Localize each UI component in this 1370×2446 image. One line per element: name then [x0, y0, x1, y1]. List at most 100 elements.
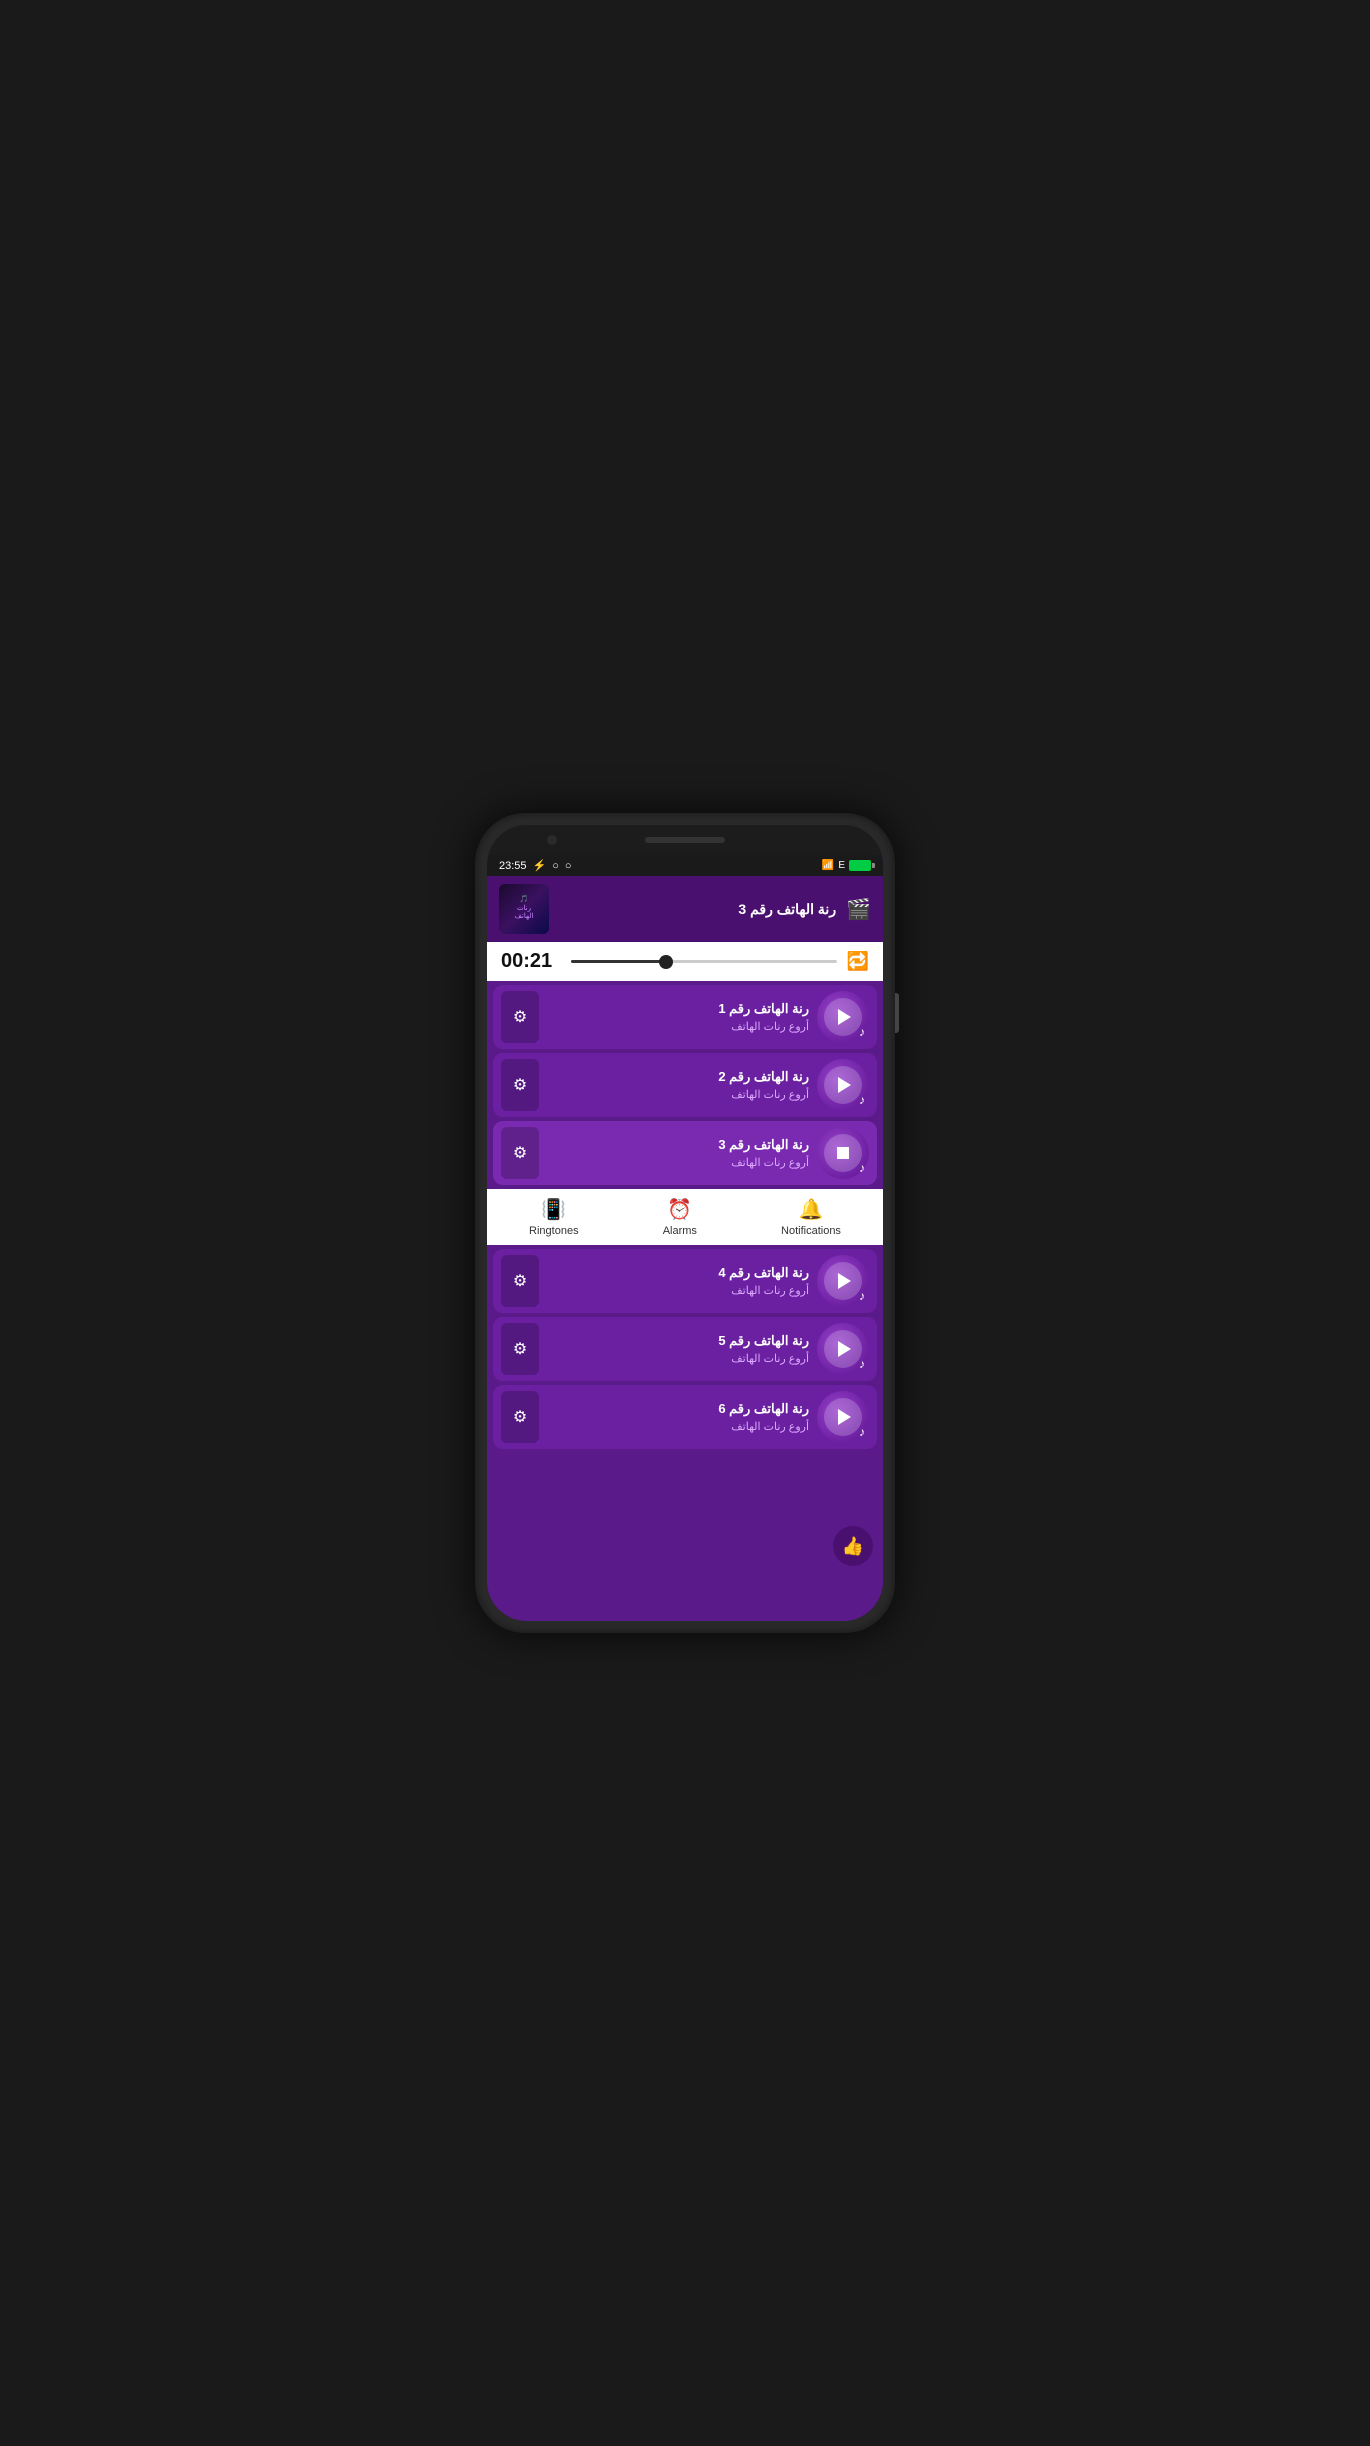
stop-btn-3[interactable]	[824, 1134, 862, 1172]
note-badge-4: ♪	[859, 1289, 865, 1303]
ringtones-label: Ringtones	[529, 1225, 579, 1237]
album-art: 🎵رناتالهاتف	[499, 884, 549, 934]
progress-fill	[571, 960, 664, 963]
bottom-nav: 📳 Ringtones ⏰ Alarms 🔔 Notifications	[487, 1189, 883, 1245]
song-title-1: رنة الهاتف رقم 1	[547, 1001, 809, 1017]
alarms-icon: ⏰	[667, 1197, 692, 1222]
song-info-4: رنة الهاتف رقم 4 أروع رنات الهاتف	[547, 1265, 809, 1297]
play-triangle-1	[838, 1009, 851, 1025]
song-subtitle-5: أروع رنات الهاتف	[547, 1352, 809, 1365]
song-info-6: رنة الهاتف رقم 6 أروع رنات الهاتف	[547, 1401, 809, 1433]
settings-btn-6[interactable]: ⚙	[501, 1391, 539, 1443]
play-btn-2[interactable]	[824, 1066, 862, 1104]
status-time: 23:55	[499, 860, 527, 872]
network-type: E	[838, 860, 845, 871]
volume-button[interactable]	[895, 993, 899, 1033]
nav-ringtones[interactable]: 📳 Ringtones	[529, 1197, 579, 1237]
song-subtitle-3: أروع رنات الهاتف	[547, 1156, 809, 1169]
song-title-4: رنة الهاتف رقم 4	[547, 1265, 809, 1281]
signal-icon: 📶	[822, 860, 834, 871]
phone-screen: 23:55 ⚡ ○ ○ 📶 E 🎵رناتالهاتف	[487, 825, 883, 1621]
song-subtitle-1: أروع رنات الهاتف	[547, 1020, 809, 1033]
phone-device: 23:55 ⚡ ○ ○ 📶 E 🎵رناتالهاتف	[475, 813, 895, 1633]
song-thumb-3[interactable]: ♪	[817, 1127, 869, 1179]
album-art-text: 🎵رناتالهاتف	[513, 894, 536, 923]
nav-notifications[interactable]: 🔔 Notifications	[781, 1197, 841, 1237]
song-thumb-6[interactable]: ♪	[817, 1391, 869, 1443]
progress-thumb[interactable]	[659, 955, 673, 969]
stop-square-3	[837, 1147, 849, 1159]
song-item-6[interactable]: ⚙ رنة الهاتف رقم 6 أروع رنات الهاتف ♪	[493, 1385, 877, 1449]
status-left: 23:55 ⚡ ○ ○	[499, 859, 572, 872]
circle-icon-1: ○	[552, 860, 559, 872]
settings-btn-4[interactable]: ⚙	[501, 1255, 539, 1307]
song-info-1: رنة الهاتف رقم 1 أروع رنات الهاتف	[547, 1001, 809, 1033]
settings-btn-3[interactable]: ⚙	[501, 1127, 539, 1179]
note-badge-1: ♪	[859, 1025, 865, 1039]
lightning-icon: ⚡	[533, 859, 547, 872]
song-item-2[interactable]: ⚙ رنة الهاتف رقم 2 أروع رنات الهاتف ♪	[493, 1053, 877, 1117]
play-btn-6[interactable]	[824, 1398, 862, 1436]
gear-icon-2: ⚙	[513, 1075, 527, 1095]
notifications-label: Notifications	[781, 1225, 841, 1237]
circle-icon-2: ○	[565, 860, 572, 872]
play-btn-5[interactable]	[824, 1330, 862, 1368]
now-playing-title: رنة الهاتف رقم 3	[559, 901, 836, 918]
note-badge-6: ♪	[859, 1425, 865, 1439]
song-title-5: رنة الهاتف رقم 5	[547, 1333, 809, 1349]
play-triangle-5	[838, 1341, 851, 1357]
gear-icon-5: ⚙	[513, 1339, 527, 1359]
song-subtitle-6: أروع رنات الهاتف	[547, 1420, 809, 1433]
song-subtitle-4: أروع رنات الهاتف	[547, 1284, 809, 1297]
play-triangle-6	[838, 1409, 851, 1425]
gear-icon-4: ⚙	[513, 1271, 527, 1291]
gear-icon-1: ⚙	[513, 1007, 527, 1027]
fab-like-button[interactable]: 👍	[833, 1526, 873, 1566]
nav-alarms[interactable]: ⏰ Alarms	[663, 1197, 697, 1237]
progress-bar-container: 00:21 🔁	[487, 942, 883, 981]
thumbs-up-icon: 👍	[842, 1536, 864, 1557]
song-info-2: رنة الهاتف رقم 2 أروع رنات الهاتف	[547, 1069, 809, 1101]
camera-dot	[547, 835, 557, 845]
song-info-3: رنة الهاتف رقم 3 أروع رنات الهاتف	[547, 1137, 809, 1169]
play-btn-4[interactable]	[824, 1262, 862, 1300]
song-info-5: رنة الهاتف رقم 5 أروع رنات الهاتف	[547, 1333, 809, 1365]
gear-icon-3: ⚙	[513, 1143, 527, 1163]
phone-top-notch	[487, 825, 883, 855]
song-title-2: رنة الهاتف رقم 2	[547, 1069, 809, 1085]
now-playing-header: 🎵رناتالهاتف رنة الهاتف رقم 3 🎬	[487, 876, 883, 942]
status-right: 📶 E	[822, 860, 871, 871]
play-triangle-4	[838, 1273, 851, 1289]
song-title-6: رنة الهاتف رقم 6	[547, 1401, 809, 1417]
song-subtitle-2: أروع رنات الهاتف	[547, 1088, 809, 1101]
queue-icon[interactable]: 🎬	[846, 897, 871, 922]
song-title-3: رنة الهاتف رقم 3	[547, 1137, 809, 1153]
alarms-label: Alarms	[663, 1225, 697, 1237]
settings-btn-1[interactable]: ⚙	[501, 991, 539, 1043]
status-bar: 23:55 ⚡ ○ ○ 📶 E	[487, 855, 883, 876]
song-thumb-1[interactable]: ♪	[817, 991, 869, 1043]
note-badge-5: ♪	[859, 1357, 865, 1371]
note-badge-2: ♪	[859, 1093, 865, 1107]
song-item-4[interactable]: ⚙ رنة الهاتف رقم 4 أروع رنات الهاتف ♪	[493, 1249, 877, 1313]
song-item-1[interactable]: ⚙ رنة الهاتف رقم 1 أروع رنات الهاتف ♪	[493, 985, 877, 1049]
gear-icon-6: ⚙	[513, 1407, 527, 1427]
play-triangle-2	[838, 1077, 851, 1093]
song-thumb-5[interactable]: ♪	[817, 1323, 869, 1375]
settings-btn-5[interactable]: ⚙	[501, 1323, 539, 1375]
progress-track[interactable]	[571, 960, 837, 963]
repeat-icon[interactable]: 🔁	[847, 951, 869, 972]
song-thumb-4[interactable]: ♪	[817, 1255, 869, 1307]
note-badge-3: ♪	[859, 1161, 865, 1175]
settings-btn-2[interactable]: ⚙	[501, 1059, 539, 1111]
speaker-grille	[645, 837, 725, 843]
play-btn-1[interactable]	[824, 998, 862, 1036]
song-item-3[interactable]: ⚙ رنة الهاتف رقم 3 أروع رنات الهاتف ♪	[493, 1121, 877, 1185]
notifications-icon: 🔔	[799, 1197, 824, 1222]
ringtones-icon: 📳	[541, 1197, 566, 1222]
app-screen: 23:55 ⚡ ○ ○ 📶 E 🎵رناتالهاتف	[487, 855, 883, 1621]
song-thumb-2[interactable]: ♪	[817, 1059, 869, 1111]
current-time: 00:21	[501, 950, 561, 973]
song-item-5[interactable]: ⚙ رنة الهاتف رقم 5 أروع رنات الهاتف ♪	[493, 1317, 877, 1381]
battery-icon	[849, 860, 871, 871]
